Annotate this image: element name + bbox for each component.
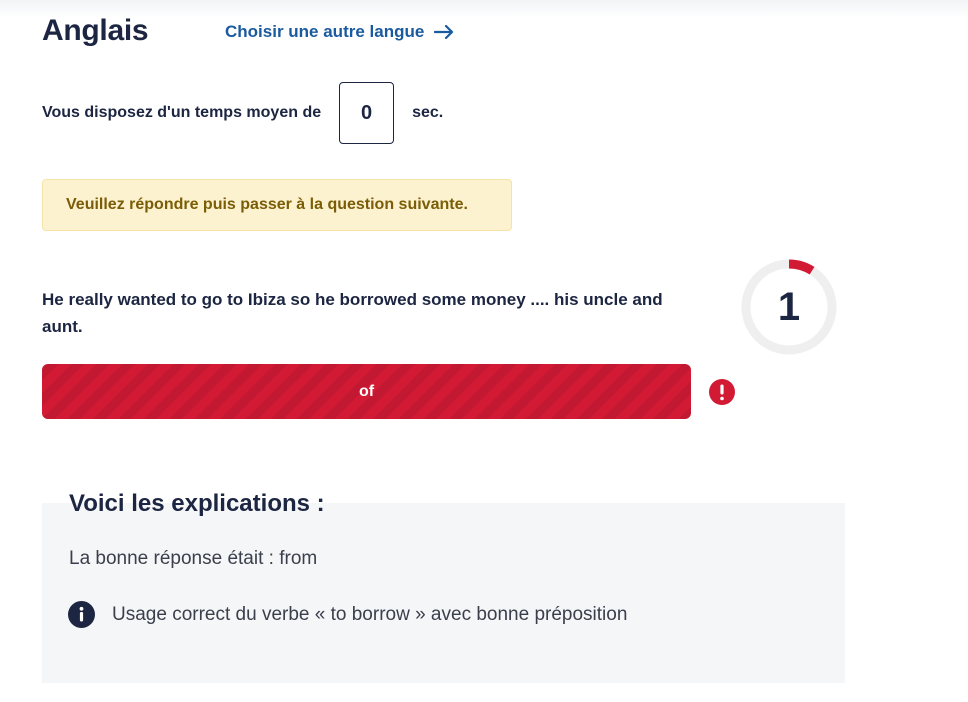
- explanation-title: Voici les explications :: [69, 490, 325, 517]
- page-title: Anglais: [42, 14, 149, 47]
- timer-suffix: sec.: [412, 104, 444, 121]
- question-text: He really wanted to go to Ibiza so he bo…: [42, 290, 663, 336]
- explanation-info-text: Usage correct du verbe « to borrow » ave…: [112, 603, 628, 625]
- arrow-right-icon: [434, 25, 454, 39]
- change-language-label: Choisir une autre langue: [225, 22, 425, 41]
- change-language-link[interactable]: Choisir une autre langue: [225, 22, 454, 42]
- exclamation-icon: [709, 379, 735, 405]
- question-counter: 1: [739, 257, 839, 357]
- timer-value: 0: [339, 82, 395, 144]
- instruction-notice-text: Veuillez répondre puis passer à la quest…: [66, 196, 468, 213]
- timer-row: Vous disposez d'un temps moyen de 0 sec.: [42, 82, 443, 144]
- info-icon: [68, 601, 95, 628]
- timer-prefix: Vous disposez d'un temps moyen de: [42, 104, 322, 121]
- selected-answer-option[interactable]: of: [42, 364, 691, 419]
- explanation-info: Usage correct du verbe « to borrow » ave…: [68, 601, 627, 628]
- instruction-notice: Veuillez répondre puis passer à la quest…: [42, 179, 512, 231]
- question-number: 1: [777, 284, 801, 329]
- answer-option-label: of: [358, 382, 375, 400]
- correct-answer-text: La bonne réponse était : from: [69, 548, 318, 569]
- explanation-panel: [42, 503, 845, 683]
